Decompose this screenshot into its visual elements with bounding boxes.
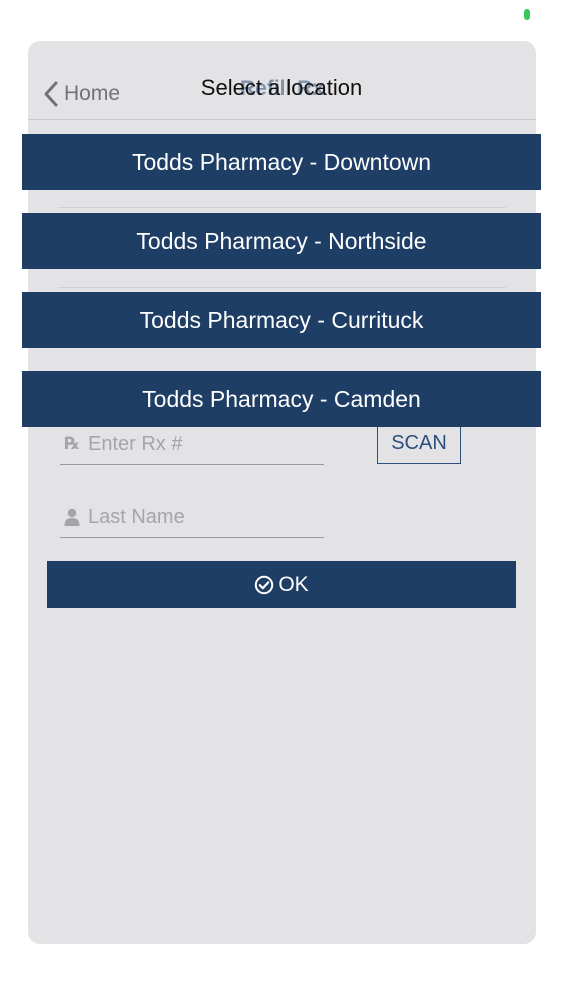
location-option-camden[interactable]: Todds Pharmacy - Camden: [22, 371, 541, 427]
ok-label: OK: [278, 572, 309, 596]
location-option-currituck[interactable]: Todds Pharmacy - Currituck: [22, 292, 541, 348]
divider: [58, 287, 506, 288]
scan-button[interactable]: SCAN: [377, 422, 461, 464]
battery-indicator: [524, 9, 530, 20]
prescription-icon: ℞: [64, 434, 80, 453]
last-name-input[interactable]: Last Name: [60, 497, 324, 538]
location-picker-title: Select a location: [200, 75, 363, 100]
location-option-northside[interactable]: Todds Pharmacy - Northside: [22, 213, 541, 269]
last-name-placeholder: Last Name: [88, 505, 185, 528]
nav-divider: [28, 119, 536, 120]
rx-placeholder: Enter Rx #: [88, 432, 183, 455]
user-icon: [60, 508, 84, 526]
ok-button[interactable]: OK: [47, 561, 516, 608]
rx-number-input[interactable]: ℞ Enter Rx #: [60, 424, 324, 465]
divider: [58, 207, 506, 208]
check-circle-icon: [255, 575, 274, 594]
location-option-downtown[interactable]: Todds Pharmacy - Downtown: [22, 134, 541, 190]
